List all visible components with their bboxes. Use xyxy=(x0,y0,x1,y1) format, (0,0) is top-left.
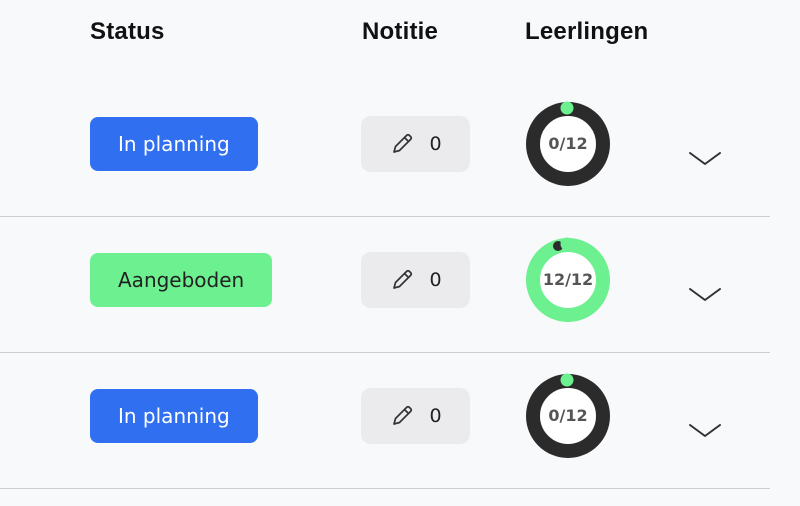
table-row[interactable]: In planning 0 0/12 xyxy=(0,80,770,217)
status-badge: In planning xyxy=(90,117,258,171)
status-badge: Aangeboden xyxy=(90,253,273,307)
pencil-icon xyxy=(389,403,415,429)
expand-row-button[interactable] xyxy=(686,148,724,170)
students-progress-ring: 0/12 xyxy=(524,372,612,460)
note-count: 0 xyxy=(429,269,442,291)
expand-row-button[interactable] xyxy=(686,284,724,306)
note-button[interactable]: 0 xyxy=(361,388,470,444)
chevron-down-icon xyxy=(686,152,724,174)
expand-row-button[interactable] xyxy=(686,420,724,442)
column-header-status: Status xyxy=(90,18,165,45)
column-header-students: Leerlingen xyxy=(525,18,649,45)
students-count: 0/12 xyxy=(548,406,587,425)
students-progress-ring: 0/12 xyxy=(524,100,612,188)
chevron-down-icon xyxy=(686,424,724,446)
pencil-icon xyxy=(389,131,415,157)
students-progress-ring: 12/12 xyxy=(524,236,612,324)
note-count: 0 xyxy=(429,133,442,155)
note-button[interactable]: 0 xyxy=(361,116,470,172)
table-row[interactable]: In planning 0 0/12 xyxy=(0,352,770,489)
note-button[interactable]: 0 xyxy=(361,252,470,308)
chevron-down-icon xyxy=(686,288,724,310)
pencil-icon xyxy=(389,267,415,293)
table-row[interactable]: Aangeboden 0 12/12 xyxy=(0,216,770,353)
column-header-note: Notitie xyxy=(362,18,439,45)
note-count: 0 xyxy=(429,405,442,427)
status-badge: In planning xyxy=(90,389,258,443)
students-count: 0/12 xyxy=(548,134,587,153)
students-count: 12/12 xyxy=(543,270,593,289)
